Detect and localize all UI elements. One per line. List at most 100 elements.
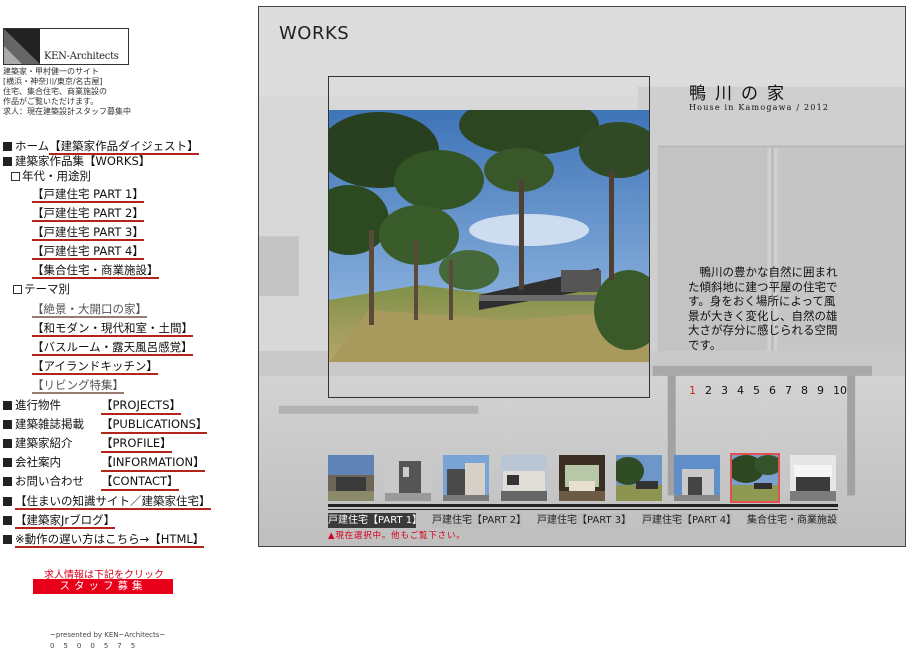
tab-part4[interactable]: 戸建住宅【PART 4】 xyxy=(642,513,736,528)
nav-theme-link-3[interactable]: 【バスルーム・露天風呂感覚】 xyxy=(32,339,193,356)
nav-information-label: 会社案内 xyxy=(15,455,61,469)
category-tabs: 戸建住宅【PART 1】 戸建住宅【PART 2】 戸建住宅【PART 3】 戸… xyxy=(328,513,848,529)
link-wa-modern[interactable]: 【和モダン・現代和室・土間】 xyxy=(32,321,193,337)
tab-part2[interactable]: 戸建住宅【PART 2】 xyxy=(432,513,526,528)
nav-knowledge: 【住まいの知識サイト／建築家住宅】 xyxy=(3,493,211,510)
link-profile[interactable]: 【PROFILE】 xyxy=(101,435,172,453)
link-island-kitchen[interactable]: 【アイランドキッチン】 xyxy=(32,359,158,375)
page-2[interactable]: 2 xyxy=(705,384,721,397)
nav-home-label: ホーム xyxy=(15,139,50,153)
nav-information: 会社案内 【INFORMATION】 xyxy=(3,454,205,472)
nav-by-year: 年代・用途別 xyxy=(11,168,91,184)
tab-part1[interactable]: 戸建住宅【PART 1】 xyxy=(328,513,422,528)
tab-part3[interactable]: 戸建住宅【PART 3】 xyxy=(537,513,631,528)
page-1[interactable]: 1 xyxy=(689,384,705,397)
thumbnail-1[interactable] xyxy=(328,455,374,501)
nav-theme-link-1[interactable]: 【絶景・大開口の家】 xyxy=(32,301,147,318)
nav-works-label: 建築家作品集【WORKS】 xyxy=(15,154,151,168)
link-part2[interactable]: 【戸建住宅 PART 2】 xyxy=(32,206,144,222)
logo-triangle-icon xyxy=(4,29,40,64)
page-6[interactable]: 6 xyxy=(769,384,785,397)
page-4[interactable]: 4 xyxy=(737,384,753,397)
thumbnail-7[interactable] xyxy=(674,455,720,501)
staff-recruit-button[interactable]: スタッフ募集 xyxy=(33,579,173,594)
nav-year-link-5[interactable]: 【集合住宅・商業施設】 xyxy=(32,262,159,279)
nav-year-link-1[interactable]: 【戸建住宅 PART 1】 xyxy=(32,186,144,203)
black-square-icon xyxy=(3,439,12,448)
nav-publications: 建築雑誌掲載 【PUBLICATIONS】 xyxy=(3,416,208,434)
nav-year-link-4[interactable]: 【戸建住宅 PART 4】 xyxy=(32,243,144,260)
nav-projects: 進行物件 【PROJECTS】 xyxy=(3,397,181,415)
link-view-house[interactable]: 【絶景・大開口の家】 xyxy=(32,302,147,318)
black-square-icon xyxy=(3,458,12,467)
logo-text: KEN-Architects xyxy=(44,51,119,62)
thumbnail-divider-thin xyxy=(328,509,838,510)
link-collective[interactable]: 【集合住宅・商業施設】 xyxy=(32,263,159,279)
house-description: 鴨川の豊かな自然に囲まれた傾斜地に建つ平屋の住宅です。身をおく場所によって風景が… xyxy=(688,265,838,352)
nav-projects-label: 進行物件 xyxy=(15,398,61,412)
thumbnail-6[interactable] xyxy=(616,455,662,501)
nav-publications-label: 建築雑誌掲載 xyxy=(15,417,84,431)
nav-by-theme: テーマ別 xyxy=(13,281,70,297)
page-5[interactable]: 5 xyxy=(753,384,769,397)
nav-profile-label: 建築家紹介 xyxy=(15,436,73,450)
house-title: 鴨川の家 xyxy=(689,84,793,104)
link-html-version[interactable]: ※動作の遅い方はこちら→【HTML】 xyxy=(15,532,205,548)
nav-profile: 建築家紹介 【PROFILE】 xyxy=(3,435,172,453)
link-projects[interactable]: 【PROJECTS】 xyxy=(101,397,181,415)
link-knowledge-site[interactable]: 【住まいの知識サイト／建築家住宅】 xyxy=(15,494,211,510)
nav-by-year-label: 年代・用途別 xyxy=(22,169,91,183)
black-square-icon xyxy=(3,497,12,506)
house-subtitle: House in Kamogawa / 2012 xyxy=(689,103,830,112)
black-square-icon xyxy=(3,420,12,429)
page-9[interactable]: 9 xyxy=(817,384,833,397)
black-square-icon xyxy=(3,157,12,166)
nav-contact-label: お問い合わせ xyxy=(15,474,84,488)
page-10[interactable]: 10 xyxy=(833,384,849,397)
link-bathroom[interactable]: 【バスルーム・露天風呂感覚】 xyxy=(32,340,193,356)
nav-theme-link-4[interactable]: 【アイランドキッチン】 xyxy=(32,358,158,375)
black-square-icon xyxy=(3,142,12,151)
link-part4[interactable]: 【戸建住宅 PART 4】 xyxy=(32,244,144,260)
link-publications[interactable]: 【PUBLICATIONS】 xyxy=(101,416,208,434)
site-description: 建築家・甲村健一のサイト [横浜・神奈川/東京/名古屋] 住宅、集合住宅、商業施… xyxy=(3,67,131,116)
link-information[interactable]: 【INFORMATION】 xyxy=(101,454,205,472)
link-part1[interactable]: 【戸建住宅 PART 1】 xyxy=(32,187,144,203)
site-logo[interactable]: KEN-Architects xyxy=(3,28,129,65)
link-blog[interactable]: 【建築家Jrブログ】 xyxy=(15,513,116,529)
thumbnail-8[interactable] xyxy=(730,453,780,503)
thumbnail-9[interactable] xyxy=(790,455,836,501)
page-8[interactable]: 8 xyxy=(801,384,817,397)
page-3[interactable]: 3 xyxy=(721,384,737,397)
works-panel: WORKS 鴨川の家 House in Kamogawa / 2012 鴨川の豊… xyxy=(258,6,906,547)
nav-contact: お問い合わせ 【CONTACT】 xyxy=(3,473,179,491)
thumbnail-2[interactable] xyxy=(385,455,431,501)
link-living[interactable]: 【リビング特集】 xyxy=(32,378,124,394)
nav-year-link-3[interactable]: 【戸建住宅 PART 3】 xyxy=(32,224,144,241)
works-title: WORKS xyxy=(279,23,350,44)
tab-selected-note: ▲現在選択中。他もご覧下さい。 xyxy=(328,531,466,541)
nav-theme-link-2[interactable]: 【和モダン・現代和室・土間】 xyxy=(32,320,193,337)
outline-square-icon xyxy=(11,172,20,181)
outline-square-icon xyxy=(13,285,22,294)
tab-collective[interactable]: 集合住宅・商業施設 xyxy=(746,513,838,528)
presented-by: ~presented by KEN~Architects~ xyxy=(50,631,166,639)
nav-works: 建築家作品集【WORKS】 xyxy=(3,153,150,169)
thumbnail-3[interactable] xyxy=(443,455,489,501)
page-7[interactable]: 7 xyxy=(785,384,801,397)
thumbnail-5[interactable] xyxy=(559,455,605,501)
nav-by-theme-label: テーマ別 xyxy=(24,282,70,296)
link-contact[interactable]: 【CONTACT】 xyxy=(101,473,179,491)
link-part3[interactable]: 【戸建住宅 PART 3】 xyxy=(32,225,144,241)
access-counter: 0500575 xyxy=(50,642,145,650)
black-square-icon xyxy=(3,401,12,410)
black-square-icon xyxy=(3,516,12,525)
nav-blog: 【建築家Jrブログ】 xyxy=(3,512,116,529)
nav-theme-link-5[interactable]: 【リビング特集】 xyxy=(32,377,124,394)
thumbnail-divider xyxy=(328,504,838,507)
nav-year-link-2[interactable]: 【戸建住宅 PART 2】 xyxy=(32,205,144,222)
house-photo[interactable] xyxy=(329,110,649,362)
photo-pager: 1 2 3 4 5 6 7 8 9 10 xyxy=(689,383,849,397)
nav-html: ※動作の遅い方はこちら→【HTML】 xyxy=(3,531,205,548)
thumbnail-4[interactable] xyxy=(501,455,547,501)
